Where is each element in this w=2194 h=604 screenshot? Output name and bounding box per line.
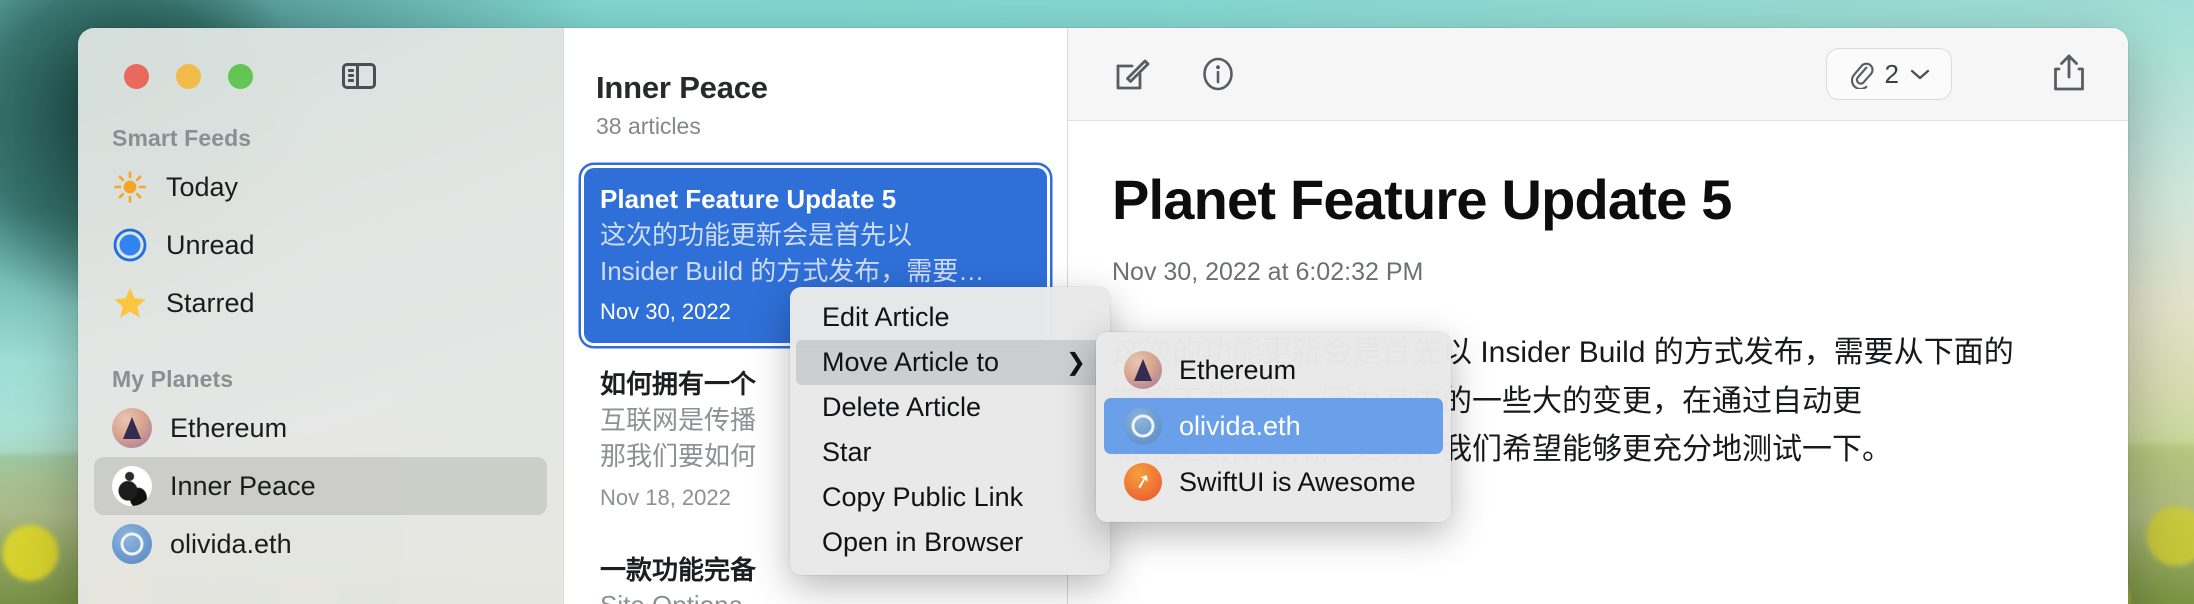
menu-item-edit-article[interactable]: Edit Article <box>796 295 1104 340</box>
sidebar-section-my-planets-title: My Planets <box>112 366 234 392</box>
sidebar-item-ethereum[interactable]: Ethereum <box>94 399 547 457</box>
attachments-count: 2 <box>1884 58 1899 89</box>
menu-item-move-article-to[interactable]: Move Article to ❯ <box>796 340 1104 385</box>
sidebar-item-label: Today <box>166 171 239 202</box>
share-icon[interactable] <box>2048 52 2090 96</box>
detail-toolbar: 2 <box>1068 28 2128 121</box>
sidebar-item-starred[interactable]: Starred <box>94 274 547 332</box>
sidebar-item-label: Inner Peace <box>170 470 316 501</box>
menu-item-label: Star <box>822 437 872 467</box>
menu-item-label: Delete Article <box>822 392 982 422</box>
ethereum-avatar <box>1124 351 1162 389</box>
close-button[interactable] <box>124 63 149 89</box>
paperclip-icon <box>1850 62 1874 89</box>
menu-item-label: Open in Browser <box>822 527 1024 557</box>
sidebar-item-label: Unread <box>166 229 255 260</box>
submenu-item-label: olivida.eth <box>1179 410 1301 441</box>
ethereum-avatar <box>112 408 152 448</box>
menu-item-label: Move Article to <box>822 347 1000 377</box>
submenu-item-ethereum[interactable]: Ethereum <box>1104 342 1443 398</box>
star-icon <box>114 288 146 318</box>
article-preview-line: Site Optiona <box>600 588 1031 604</box>
sidebar-item-label: Starred <box>166 287 255 318</box>
sidebar-item-olivida-eth[interactable]: olivida.eth <box>94 515 547 573</box>
sidebar-toggle-icon <box>342 63 376 89</box>
minimize-button[interactable] <box>176 63 201 89</box>
page-title: Inner Peace <box>596 70 768 105</box>
menu-item-delete-article[interactable]: Delete Article <box>796 385 1104 430</box>
attachments-button[interactable]: 2 <box>1825 48 1952 100</box>
article-preview-line: 这次的功能更新会是首先以 <box>600 219 913 250</box>
article-count: 38 articles <box>596 113 701 139</box>
article-list-header: Inner Peace 38 articles <box>584 28 1047 140</box>
olivida-avatar <box>1124 407 1162 445</box>
article-title: Planet Feature Update 5 <box>600 184 897 214</box>
desktop-wallpaper: Smart Feeds Today Unread Starred My Plan… <box>0 0 2194 604</box>
chevron-right-icon: ❯ <box>1065 349 1086 376</box>
menu-item-label: Copy Public Link <box>822 482 1024 512</box>
chevron-down-icon <box>1910 69 1930 80</box>
sidebar: Smart Feeds Today Unread Starred My Plan… <box>78 28 563 604</box>
article-detail-title: Planet Feature Update 5 <box>1112 168 1732 231</box>
submenu-item-label: SwiftUI is Awesome <box>1179 466 1416 497</box>
menu-item-star[interactable]: Star <box>796 430 1104 475</box>
sidebar-item-label: Ethereum <box>170 412 288 443</box>
context-menu: Edit Article Move Article to ❯ Delete Ar… <box>790 287 1110 575</box>
sidebar-toggle-button[interactable] <box>340 61 378 91</box>
inner-peace-avatar <box>112 466 152 506</box>
olivida-avatar <box>112 524 152 564</box>
sidebar-item-today[interactable]: Today <box>94 158 547 216</box>
context-submenu-move-article-to: Ethereum olivida.eth SwiftUI is Awesome <box>1096 332 1451 522</box>
menu-item-copy-public-link[interactable]: Copy Public Link <box>796 475 1104 520</box>
article-detail-date: Nov 30, 2022 at 6:02:32 PM <box>1112 258 1424 286</box>
submenu-item-olivida-eth[interactable]: olivida.eth <box>1104 398 1443 454</box>
info-icon[interactable] <box>1198 54 1238 94</box>
circle-icon <box>113 228 147 262</box>
sidebar-item-inner-peace[interactable]: Inner Peace <box>94 457 547 515</box>
article-preview-line: Insider Build 的方式发布，需要… <box>600 256 985 287</box>
submenu-item-label: Ethereum <box>1179 354 1297 385</box>
window-controls <box>94 28 547 91</box>
sidebar-item-unread[interactable]: Unread <box>94 216 547 274</box>
sidebar-section-smart-feeds-title: Smart Feeds <box>112 125 252 151</box>
zoom-button[interactable] <box>228 63 253 89</box>
submenu-item-swiftui-is-awesome[interactable]: SwiftUI is Awesome <box>1104 454 1443 510</box>
sun-icon <box>114 171 146 203</box>
menu-item-open-in-browser[interactable]: Open in Browser <box>796 520 1104 565</box>
compose-icon[interactable] <box>1112 54 1152 94</box>
swiftui-avatar <box>1124 463 1162 501</box>
menu-item-label: Edit Article <box>822 302 950 332</box>
sidebar-item-label: olivida.eth <box>170 528 292 559</box>
